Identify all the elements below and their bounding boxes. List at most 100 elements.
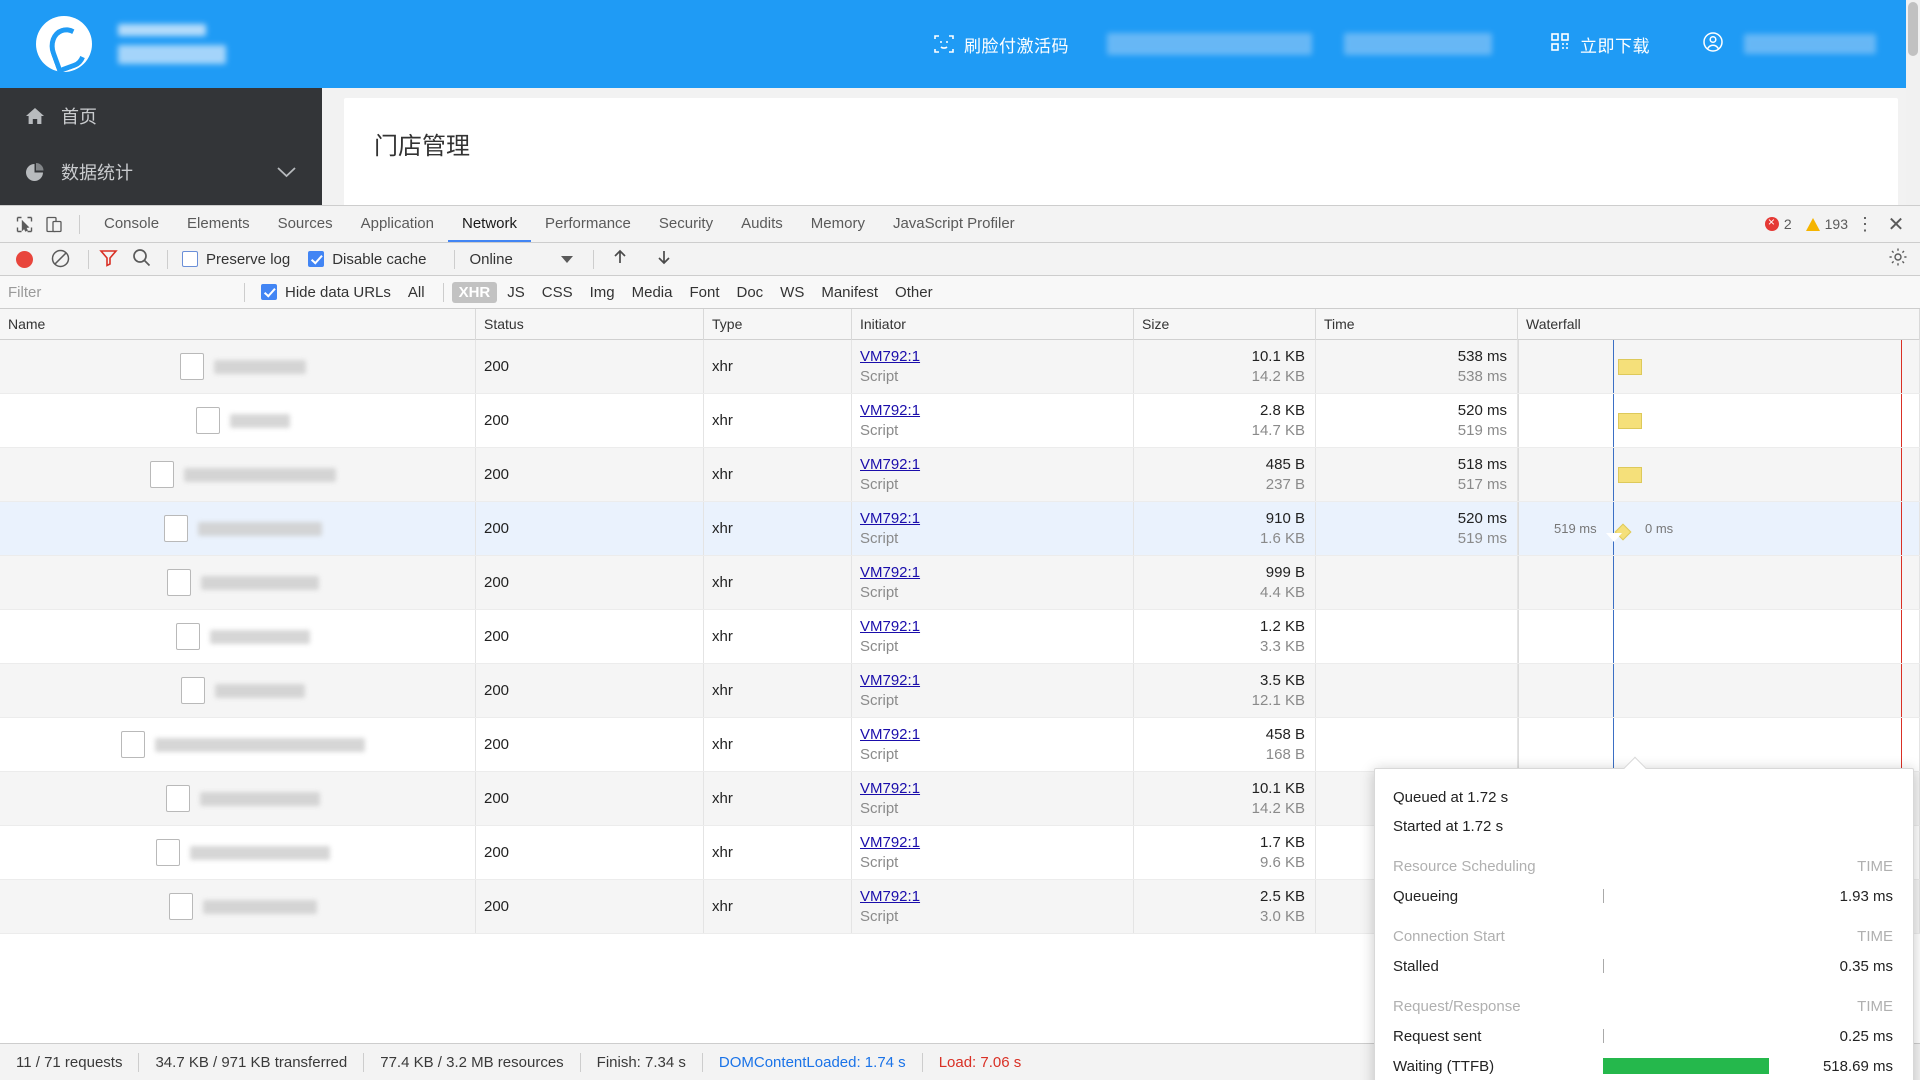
- size-value: 10.1 KB: [1251, 779, 1305, 797]
- initiator-link[interactable]: VM792:1: [860, 455, 1133, 475]
- initiator-link[interactable]: VM792:1: [860, 401, 1133, 421]
- sidebar-item-statistics[interactable]: 数据统计: [0, 144, 322, 200]
- tab-sources[interactable]: Sources: [264, 206, 347, 242]
- column-header-initiator[interactable]: Initiator: [852, 308, 1134, 340]
- cell-name[interactable]: [0, 448, 476, 501]
- user-account-icon[interactable]: [1702, 31, 1724, 58]
- table-row[interactable]: 200 xhr VM792:1 Script 999 B 4.4 KB: [0, 556, 1920, 610]
- disable-cache-checkbox[interactable]: [308, 251, 325, 267]
- preserve-log-checkbox[interactable]: [182, 251, 198, 267]
- cell-waterfall[interactable]: [1518, 340, 1920, 393]
- clear-network-log-icon[interactable]: [50, 248, 72, 270]
- tab-memory[interactable]: Memory: [797, 206, 879, 242]
- download-action[interactable]: 立即下载: [1550, 32, 1650, 57]
- chevron-down-icon[interactable]: [277, 162, 296, 183]
- download-now-label[interactable]: 立即下载: [1580, 32, 1650, 57]
- filter-funnel-icon[interactable]: [99, 248, 118, 271]
- cell-waterfall[interactable]: [1518, 394, 1920, 447]
- initiator-link[interactable]: VM792:1: [860, 725, 1133, 745]
- type-filter-media[interactable]: Media: [625, 282, 680, 303]
- cell-name[interactable]: [0, 394, 476, 447]
- column-header-type[interactable]: Type: [704, 308, 852, 340]
- preserve-log-label[interactable]: Preserve log: [206, 251, 290, 268]
- cell-waterfall[interactable]: [1518, 556, 1920, 609]
- warning-count-badge[interactable]: 193: [1805, 216, 1848, 232]
- table-row[interactable]: 200 xhr VM792:1 Script 910 B 1.6 KB 520 ms 519 …: [0, 502, 1920, 556]
- type-filter-xhr[interactable]: XHR: [451, 281, 498, 303]
- type-filter-manifest[interactable]: Manifest: [814, 282, 885, 303]
- cell-name[interactable]: [0, 502, 476, 555]
- tab-console[interactable]: Console: [90, 206, 173, 242]
- document-icon: [155, 839, 180, 866]
- cell-name[interactable]: [0, 340, 476, 393]
- filter-input[interactable]: [8, 281, 236, 303]
- cell-waterfall[interactable]: 519 ms 0 ms: [1518, 502, 1920, 555]
- tab-network[interactable]: Network: [448, 206, 531, 242]
- cell-name[interactable]: [0, 664, 476, 717]
- table-row[interactable]: 200 xhr VM792:1 Script 2.8 KB 14.7 KB 520 ms 51…: [0, 394, 1920, 448]
- page-scrollbar-thumb[interactable]: [1908, 2, 1918, 56]
- page-scrollbar[interactable]: [1906, 0, 1920, 205]
- type-filter-ws[interactable]: WS: [773, 282, 811, 303]
- table-row[interactable]: 200 xhr VM792:1 Script 10.1 KB 14.2 KB 538 ms 5…: [0, 340, 1920, 394]
- devtools-settings-gear-icon[interactable]: [1888, 247, 1908, 271]
- toggle-device-toolbar-icon[interactable]: [39, 211, 69, 238]
- tab-application[interactable]: Application: [347, 206, 448, 242]
- cell-name[interactable]: [0, 826, 476, 879]
- tab-elements[interactable]: Elements: [173, 206, 264, 242]
- cell-name[interactable]: [0, 880, 476, 933]
- tab-audits[interactable]: Audits: [727, 206, 797, 242]
- column-header-status[interactable]: Status: [476, 308, 704, 340]
- cell-waterfall[interactable]: [1518, 664, 1920, 717]
- record-button[interactable]: [16, 250, 33, 268]
- type-filter-other[interactable]: Other: [888, 282, 940, 303]
- table-row[interactable]: 200 xhr VM792:1 Script 485 B 237 B 518 ms 517 m…: [0, 448, 1920, 502]
- cell-name[interactable]: [0, 718, 476, 771]
- initiator-link[interactable]: VM792:1: [860, 833, 1133, 853]
- tab-performance[interactable]: Performance: [531, 206, 645, 242]
- initiator-link[interactable]: VM792:1: [860, 779, 1133, 799]
- cell-waterfall[interactable]: [1518, 448, 1920, 501]
- hide-data-urls-checkbox[interactable]: [261, 284, 277, 300]
- column-header-name[interactable]: Name: [0, 308, 476, 340]
- initiator-link[interactable]: VM792:1: [860, 617, 1133, 637]
- column-header-time[interactable]: Time: [1316, 308, 1518, 340]
- inspect-element-icon[interactable]: [9, 211, 39, 238]
- network-throttling-select[interactable]: Online: [469, 251, 573, 268]
- cell-name[interactable]: [0, 772, 476, 825]
- tab-security[interactable]: Security: [645, 206, 727, 242]
- initiator-link[interactable]: VM792:1: [860, 509, 1133, 529]
- face-pay-activation-label[interactable]: 刷脸付激活码: [964, 32, 1069, 57]
- search-icon[interactable]: [132, 248, 151, 271]
- cell-name[interactable]: [0, 556, 476, 609]
- initiator-link[interactable]: VM792:1: [860, 671, 1133, 691]
- cell-waterfall[interactable]: [1518, 718, 1920, 771]
- cell-waterfall[interactable]: [1518, 610, 1920, 663]
- tooltip-section-request-response: Request/Response TIME: [1393, 991, 1893, 1021]
- type-filter-js[interactable]: JS: [500, 282, 532, 303]
- size-sub: 168 B: [1265, 745, 1305, 763]
- hide-data-urls-label[interactable]: Hide data URLs: [285, 284, 391, 301]
- type-filter-img[interactable]: Img: [583, 282, 622, 303]
- table-row[interactable]: 200 xhr VM792:1 Script 1.2 KB 3.3 KB: [0, 610, 1920, 664]
- initiator-link[interactable]: VM792:1: [860, 563, 1133, 583]
- sidebar-item-home[interactable]: 首页: [0, 88, 322, 144]
- import-har-icon[interactable]: [610, 247, 630, 271]
- type-filter-font[interactable]: Font: [682, 282, 726, 303]
- disable-cache-label[interactable]: Disable cache: [332, 251, 426, 268]
- cell-name[interactable]: [0, 610, 476, 663]
- devtools-close-icon[interactable]: ✕: [1882, 212, 1910, 237]
- column-header-waterfall[interactable]: Waterfall: [1518, 308, 1920, 340]
- type-filter-doc[interactable]: Doc: [729, 282, 770, 303]
- initiator-link[interactable]: VM792:1: [860, 887, 1133, 907]
- type-filter-all[interactable]: All: [401, 282, 432, 303]
- status-finish: Finish: 7.34 s: [596, 1053, 686, 1071]
- devtools-more-menu-icon[interactable]: ⋮: [1852, 214, 1878, 235]
- table-row[interactable]: 200 xhr VM792:1 Script 3.5 KB 12.1 KB: [0, 664, 1920, 718]
- initiator-link[interactable]: VM792:1: [860, 347, 1133, 367]
- type-filter-css[interactable]: CSS: [535, 282, 580, 303]
- column-header-size[interactable]: Size: [1134, 308, 1316, 340]
- export-har-icon[interactable]: [654, 247, 674, 271]
- tab-javascript-profiler[interactable]: JavaScript Profiler: [879, 206, 1029, 242]
- error-count-badge[interactable]: 2: [1764, 215, 1792, 232]
